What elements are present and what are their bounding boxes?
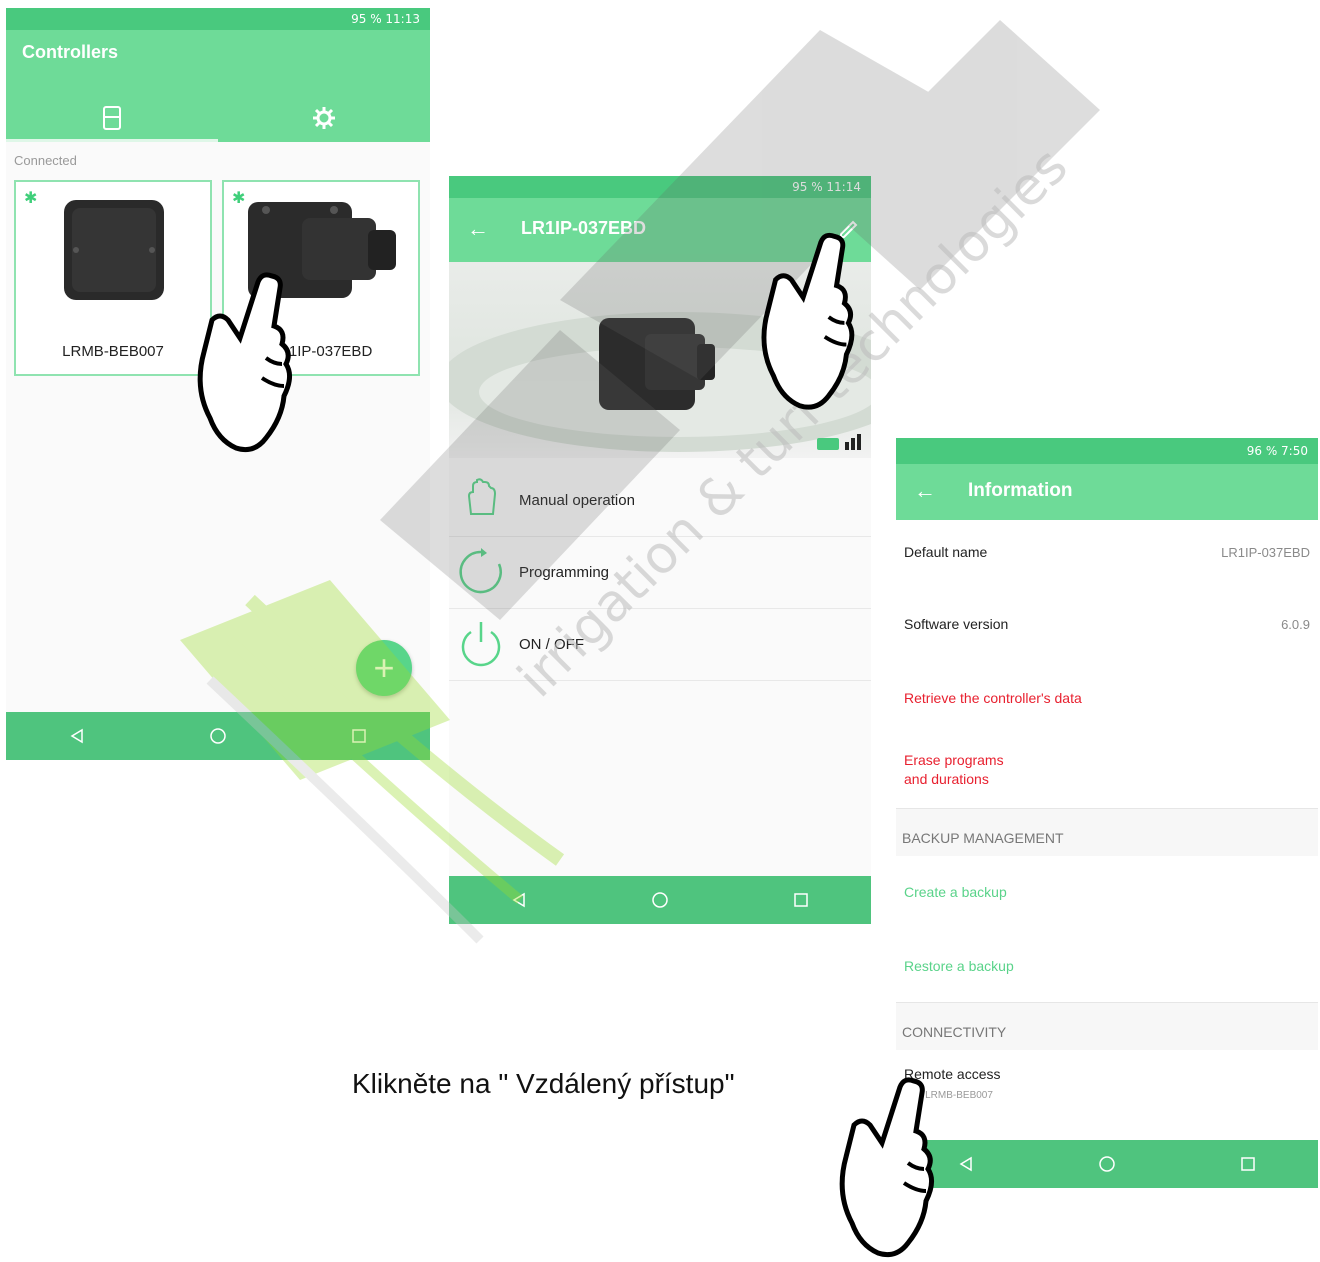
menu-label: Programming (519, 563, 610, 581)
home-nav-icon[interactable] (198, 716, 238, 756)
status-bar: 95 % 11:14 (449, 176, 871, 198)
erase-label-line1: Erase programs (904, 752, 1004, 768)
home-nav-icon[interactable] (1087, 1144, 1127, 1184)
app-bar: Controllers (6, 30, 430, 142)
pointing-hand-icon (761, 232, 855, 410)
page-title: Controllers (22, 42, 119, 62)
back-arrow-icon[interactable]: ← (467, 216, 489, 242)
power-icon (461, 622, 501, 667)
page-title: LR1IP-037EBD (521, 218, 647, 238)
retrieve-data-button[interactable]: Retrieve the controller's data (896, 660, 1318, 735)
back-arrow-icon[interactable]: ← (914, 478, 936, 504)
controller-card[interactable]: ✱ LRMB-BEB007 (14, 180, 212, 376)
page-title: Information (968, 480, 1073, 501)
create-backup-button[interactable]: Create a backup (896, 856, 1318, 929)
tab-settings[interactable] (218, 94, 430, 142)
info-value: 6.0.9 (1281, 617, 1310, 632)
bluetooth-icon: ✱ (24, 190, 38, 207)
backup-management-header: BACKUP MANAGEMENT (902, 830, 1064, 846)
recents-nav-icon[interactable] (781, 880, 821, 920)
info-value: LR1IP-037EBD (1221, 545, 1310, 560)
restore-backup-button[interactable]: Restore a backup (896, 928, 1318, 1003)
back-nav-icon[interactable] (499, 880, 539, 920)
menu-label: ON / OFF (519, 635, 584, 653)
section-connected: Connected (14, 153, 77, 168)
controller-image (64, 200, 164, 300)
home-nav-icon[interactable] (640, 880, 680, 920)
info-label: Software version (904, 616, 1009, 632)
menu-item-on-off[interactable]: ON / OFF (449, 608, 871, 681)
pointing-hand-icon (839, 1077, 934, 1258)
status-bar: 95 % 11:13 (6, 8, 430, 30)
tab-controllers[interactable] (6, 94, 218, 142)
recents-nav-icon[interactable] (1228, 1144, 1268, 1184)
tab-indicator (6, 139, 218, 142)
nav-bar (449, 876, 871, 924)
restore-backup-label: Restore a backup (904, 958, 1014, 974)
status-text: 95 % 11:14 (792, 180, 861, 194)
connectivity-header: CONNECTIVITY (902, 1024, 1007, 1040)
erase-programs-button[interactable]: Erase programs and durations (896, 734, 1318, 809)
create-backup-label: Create a backup (904, 884, 1007, 900)
erase-label-line2: and durations (904, 771, 989, 787)
retrieve-label: Retrieve the controller's data (904, 690, 1082, 706)
menu-item-manual-operation[interactable]: Manual operation (449, 464, 871, 537)
add-controller-button[interactable]: + (356, 640, 412, 696)
remote-access-button[interactable]: Remote access via : LRMB-BEB007 (896, 1050, 1318, 1141)
controller-icon (103, 106, 121, 130)
recents-nav-icon[interactable] (339, 716, 379, 756)
controller-name: LRMB-BEB007 (62, 343, 164, 360)
nav-bar (6, 712, 430, 760)
instruction-caption: Klikněte na " Vzdálený přístup" (352, 1068, 735, 1099)
nav-bar (896, 1140, 1318, 1188)
menu-label: Manual operation (519, 491, 635, 509)
app-bar: ← Information (896, 464, 1318, 520)
status-bar: 96 % 7:50 (896, 438, 1318, 464)
info-row-default-name: Default name LR1IP-037EBD (896, 520, 1318, 589)
back-nav-icon[interactable] (946, 1144, 986, 1184)
information-screen: 96 % 7:50 ← Information Default name LR1… (896, 438, 1318, 1188)
info-row-software-version: Software version 6.0.9 (896, 588, 1318, 661)
hand-icon (467, 478, 497, 515)
status-text: 95 % 11:13 (351, 12, 420, 26)
menu-item-programming[interactable]: Programming (449, 536, 871, 609)
info-label: Default name (904, 544, 988, 560)
back-nav-icon[interactable] (57, 716, 97, 756)
gear-icon (313, 107, 335, 129)
status-text: 96 % 7:50 (1246, 444, 1308, 458)
cycle-icon (459, 548, 502, 594)
pointing-hand-icon (197, 272, 292, 453)
